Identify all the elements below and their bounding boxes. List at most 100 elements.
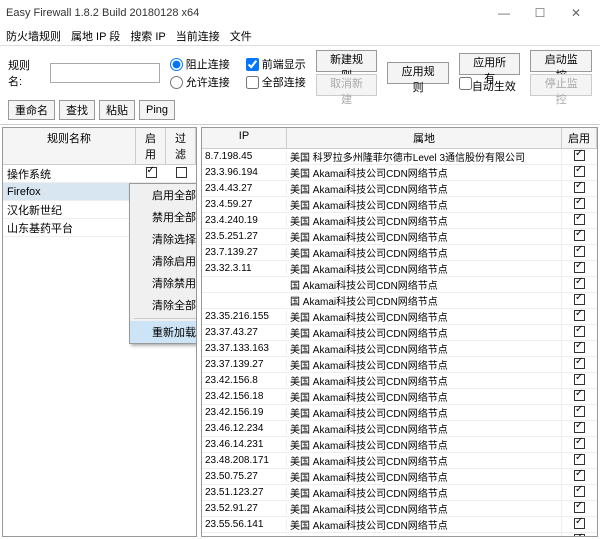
ip-row[interactable]: 23.55.56.141美国 Akamai科技公司CDN网络节点 [202,517,597,533]
rule-row[interactable]: 操作系统 [3,165,196,183]
ip-row[interactable]: 国 Akamai科技公司CDN网络节点 [202,277,597,293]
ip-enable-cell[interactable] [562,166,597,180]
main: 规则名称 启用 过滤 操作系统Firefox汉化新世纪山东基药平台 启用全部 禁… [0,125,600,539]
ip-enable-cell[interactable] [562,470,597,484]
ctx-reload[interactable]: 重新加载 ▸ 按名称 按启用 [130,321,196,343]
ip-row[interactable]: 23.3.96.194美国 Akamai科技公司CDN网络节点 [202,165,597,181]
ip-row[interactable]: 23.32.3.11美国 Akamai科技公司CDN网络节点 [202,261,597,277]
ip-row[interactable]: 23.7.139.27美国 Akamai科技公司CDN网络节点 [202,245,597,261]
find-button[interactable]: 查找 [59,100,95,120]
ip-enable-cell[interactable] [562,278,597,292]
ip-row[interactable]: 23.51.123.27美国 Akamai科技公司CDN网络节点 [202,485,597,501]
paste-button[interactable]: 粘贴 [99,100,135,120]
chk-front-input[interactable] [246,58,259,71]
menu-file[interactable]: 文件 [230,28,252,44]
ip-enable-cell[interactable] [562,358,597,372]
col-enable[interactable]: 启用 [136,128,166,164]
ip-enable-cell[interactable] [562,230,597,244]
ip-cell: 23.37.139.27 [202,359,287,370]
radio-block[interactable]: 阻止连接 [170,56,230,72]
menu-ip-range[interactable]: 属地 IP 段 [71,28,120,44]
col-rule-name[interactable]: 规则名称 [3,128,136,164]
chk-allconn-input[interactable] [246,76,259,89]
ip-row[interactable]: 23.52.91.27美国 Akamai科技公司CDN网络节点 [202,501,597,517]
close-button[interactable]: ✕ [558,6,594,20]
col-ip-enable[interactable]: 启用 [562,128,597,148]
menu-firewall-rules[interactable]: 防火墙规则 [6,28,61,44]
menu-search-ip[interactable]: 搜索 IP [130,28,165,44]
chk-autoactive-input[interactable] [459,77,472,90]
cancel-new-button[interactable]: 取消新建 [316,74,378,96]
ip-enable-cell[interactable] [562,486,597,500]
ctx-clear-all[interactable]: 清除全部 [130,294,196,316]
ip-row[interactable]: 23.5.251.27美国 Akamai科技公司CDN网络节点 [202,229,597,245]
ip-enable-cell[interactable] [562,342,597,356]
ip-row[interactable]: 23.4.240.19美国 Akamai科技公司CDN网络节点 [202,213,597,229]
ip-enable-cell[interactable] [562,214,597,228]
ctx-clear-disable[interactable]: 清除禁用 [130,272,196,294]
col-ip[interactable]: IP [202,128,287,148]
ip-row[interactable]: 23.46.14.231美国 Akamai科技公司CDN网络节点 [202,437,597,453]
col-location[interactable]: 属地 [287,128,562,148]
start-monitor-button[interactable]: 启动监控 [530,50,592,72]
loc-cell: 美国 科罗拉多州隆菲尔德市Level 3通信股份有限公司 [287,149,562,164]
ip-row[interactable]: 23.42.156.18美国 Akamai科技公司CDN网络节点 [202,389,597,405]
ip-row[interactable]: 23.48.208.171美国 Akamai科技公司CDN网络节点 [202,453,597,469]
ip-enable-cell[interactable] [562,262,597,276]
ctx-clear-enable[interactable]: 清除启用 [130,250,196,272]
ip-enable-cell[interactable] [562,182,597,196]
chk-autoactive[interactable]: 自动生效 [459,77,521,94]
radio-allow[interactable]: 允许连接 [170,74,230,90]
ip-row[interactable]: 23.35.216.155美国 Akamai科技公司CDN网络节点 [202,309,597,325]
radio-block-input[interactable] [170,58,183,71]
stop-monitor-button[interactable]: 停止监控 [530,74,592,96]
ip-enable-cell[interactable] [562,438,597,452]
ip-enable-cell[interactable] [562,534,597,537]
ip-row[interactable]: 23.37.43.27美国 Akamai科技公司CDN网络节点 [202,325,597,341]
ip-enable-cell[interactable] [562,518,597,532]
chk-front[interactable]: 前端显示 [246,56,306,72]
col-filter[interactable]: 过滤 [166,128,196,164]
rule-filter-cell[interactable] [166,167,196,181]
ping-button[interactable]: Ping [139,100,175,120]
rename-button[interactable]: 重命名 [8,100,55,120]
loc-cell: 美国 Akamai科技公司CDN网络节点 [287,517,562,532]
ip-row[interactable]: 23.4.43.27美国 Akamai科技公司CDN网络节点 [202,181,597,197]
loc-cell: 美国 Akamai科技公司CDN网络节点 [287,197,562,212]
ip-row[interactable]: 23.42.156.19美国 Akamai科技公司CDN网络节点 [202,405,597,421]
ip-enable-cell[interactable] [562,502,597,516]
radio-allow-input[interactable] [170,76,183,89]
minimize-button[interactable]: — [486,6,522,20]
ip-enable-cell[interactable] [562,422,597,436]
menu-connections[interactable]: 当前连接 [176,28,220,44]
apply-all-button[interactable]: 应用所有 [459,53,521,75]
ip-enable-cell[interactable] [562,150,597,164]
ctx-clear-sel[interactable]: 清除选择 [130,228,196,250]
ip-row[interactable]: 23.50.75.27美国 Akamai科技公司CDN网络节点 [202,469,597,485]
ip-row[interactable]: 国 Akamai科技公司CDN网络节点 [202,293,597,309]
ip-enable-cell[interactable] [562,246,597,260]
ip-enable-cell[interactable] [562,454,597,468]
ip-enable-cell[interactable] [562,390,597,404]
ip-enable-cell[interactable] [562,406,597,420]
ip-row[interactable]: 23.4.59.27美国 Akamai科技公司CDN网络节点 [202,197,597,213]
ip-row[interactable]: 23.37.133.163美国 Akamai科技公司CDN网络节点 [202,341,597,357]
rule-enable-cell[interactable] [136,167,166,181]
ip-row[interactable]: 23.37.139.27美国 Akamai科技公司CDN网络节点 [202,357,597,373]
ctx-disable-all[interactable]: 禁用全部 [130,206,196,228]
ip-row[interactable]: 23.42.156.8美国 Akamai科技公司CDN网络节点 [202,373,597,389]
apply-rule-button[interactable]: 应用规则 [387,62,449,84]
new-rule-button[interactable]: 新建规则 [316,50,378,72]
ip-enable-cell[interactable] [562,326,597,340]
ip-enable-cell[interactable] [562,294,597,308]
ip-enable-cell[interactable] [562,374,597,388]
ip-enable-cell[interactable] [562,310,597,324]
ctx-enable-all[interactable]: 启用全部 [130,184,196,206]
ip-row[interactable]: 23.46.12.234美国 Akamai科技公司CDN网络节点 [202,421,597,437]
ip-enable-cell[interactable] [562,198,597,212]
maximize-button[interactable]: ☐ [522,6,558,20]
ip-row[interactable]: 8.7.198.45美国 科罗拉多州隆菲尔德市Level 3通信股份有限公司 [202,149,597,165]
ip-row[interactable]: 23.55.149.19美国 Akamai科技公司CDN网络节点 [202,533,597,536]
chk-allconn[interactable]: 全部连接 [246,74,306,90]
rule-name-input[interactable] [50,63,160,83]
